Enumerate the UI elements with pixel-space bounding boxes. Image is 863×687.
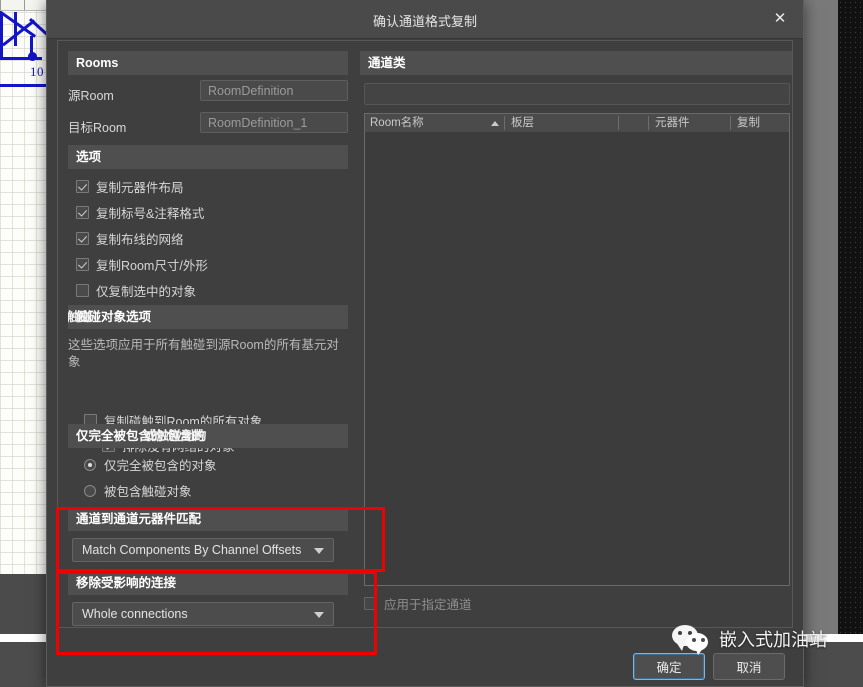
column-header-blank[interactable]: [620, 114, 645, 132]
touching-group-description: 这些选项应用于所有触碰到源Room的所有基元对象: [68, 338, 339, 369]
channel-match-group-header: 通道到通道元器件匹配: [68, 507, 348, 531]
table-body[interactable]: [365, 132, 789, 585]
table-header-row: Room名称 板层 元器件 复制: [365, 114, 789, 133]
watermark-text: 嵌入式加油站: [719, 630, 827, 650]
chevron-down-icon: [314, 548, 324, 554]
column-header-room-name[interactable]: Room名称: [365, 114, 510, 132]
checkbox-copy-designator-comment-format[interactable]: 复制标号&注释格式: [76, 203, 204, 222]
rooms-group-header: Rooms: [68, 51, 348, 75]
checkbox-box: [76, 206, 89, 219]
bottom-left-panel: [0, 574, 48, 634]
checkbox-box: [364, 597, 377, 610]
column-header-layer[interactable]: 板层: [506, 114, 616, 132]
contained-group-header: 或触碰到的 仅完全被包含的/包含的: [68, 424, 348, 448]
remove-connections-dropdown[interactable]: Whole connections: [72, 602, 334, 626]
checkbox-copy-room-size-shape[interactable]: 复制Room尺寸/外形: [76, 255, 208, 274]
radio-fully-contained-only[interactable]: 仅完全被包含的对象: [84, 455, 217, 474]
radio-dot: [84, 484, 96, 497]
wire-segment: [0, 84, 46, 87]
checkbox-box: [76, 258, 89, 271]
checkbox-copy-routed-nets[interactable]: 复制布线的网络: [76, 229, 184, 248]
target-room-field[interactable]: RoomDefinition_1: [200, 112, 348, 133]
channel-filter-input[interactable]: [364, 83, 790, 105]
column-header-components[interactable]: 元器件: [650, 114, 728, 132]
source-room-label: 源Room: [68, 89, 114, 103]
remove-connections-dropdown-value: Whole connections: [82, 607, 188, 621]
checkbox-label: 仅复制选中的对象: [96, 285, 197, 299]
column-divider[interactable]: [618, 116, 619, 130]
checkbox-copy-component-layout[interactable]: 复制元器件布局: [76, 177, 184, 196]
screen: 10 R13 确认通道格式复制 ✕ Rooms 源Room RoomDefini…: [0, 0, 863, 687]
cancel-button[interactable]: 取消: [713, 653, 785, 680]
checkbox-copy-selected-only[interactable]: 仅复制选中的对象: [76, 281, 196, 300]
radio-contained-touching[interactable]: 被包含触碰对象: [84, 481, 192, 500]
channel-match-dropdown[interactable]: Match Components By Channel Offsets: [72, 538, 334, 562]
target-room-label: 目标Room: [68, 121, 127, 135]
checkbox-box: [76, 232, 89, 245]
junction-dot: [28, 52, 37, 61]
checkbox-label: 应用于指定通道: [384, 598, 472, 612]
checkbox-label: 复制元器件布局: [96, 181, 184, 195]
dialog-titlebar[interactable]: 确认通道格式复制 ✕: [47, 0, 803, 39]
dialog-body: Rooms 源Room RoomDefinition 目标Room RoomDe…: [57, 40, 793, 628]
chevron-down-icon: [314, 612, 324, 618]
dialog-title: 确认通道格式复制: [372, 14, 478, 29]
channel-table[interactable]: Room名称 板层 元器件 复制: [364, 113, 790, 586]
ok-button[interactable]: 确定: [633, 653, 705, 680]
channel-match-dropdown-value: Match Components By Channel Offsets: [82, 543, 302, 557]
close-icon[interactable]: ✕: [769, 8, 791, 30]
pcb-dark-region: [838, 0, 863, 642]
wire-segment: [0, 12, 3, 58]
channel-class-group-header: 通道类: [360, 51, 792, 75]
touching-group-header-overlap: 触碰: [68, 310, 93, 324]
watermark: 嵌入式加油站: [672, 625, 827, 655]
remove-connections-group-header: 移除受影响的连接: [68, 571, 348, 595]
checkbox-box: [76, 284, 89, 297]
column-divider[interactable]: [648, 116, 649, 130]
contained-group-header-overlap: 或触碰到的: [143, 429, 207, 443]
touching-group-header: 触碰 触碰对象选项: [68, 305, 348, 329]
radio-dot: [84, 458, 96, 471]
checkbox-label: 复制Room尺寸/外形: [96, 259, 208, 273]
wire-segment: [14, 12, 17, 46]
column-divider[interactable]: [730, 116, 731, 130]
sort-ascending-icon: [491, 121, 499, 126]
radio-label: 被包含触碰对象: [104, 485, 192, 499]
source-room-field[interactable]: RoomDefinition: [200, 80, 348, 101]
confirm-channel-format-copy-dialog: 确认通道格式复制 ✕ Rooms 源Room RoomDefinition 目标…: [46, 0, 804, 687]
column-header-copy[interactable]: 复制: [732, 114, 788, 132]
net-label: 10: [30, 64, 44, 79]
checkbox-label: 复制布线的网络: [96, 233, 184, 247]
options-group-header: 选项: [68, 145, 348, 169]
radio-label: 仅完全被包含的对象: [104, 459, 217, 473]
checkbox-label: 复制标号&注释格式: [96, 207, 205, 221]
checkbox-box: [76, 180, 89, 193]
checkbox-apply-to-specified-channels[interactable]: 应用于指定通道: [364, 594, 472, 613]
column-divider[interactable]: [504, 116, 505, 130]
wechat-icon: [672, 625, 712, 655]
